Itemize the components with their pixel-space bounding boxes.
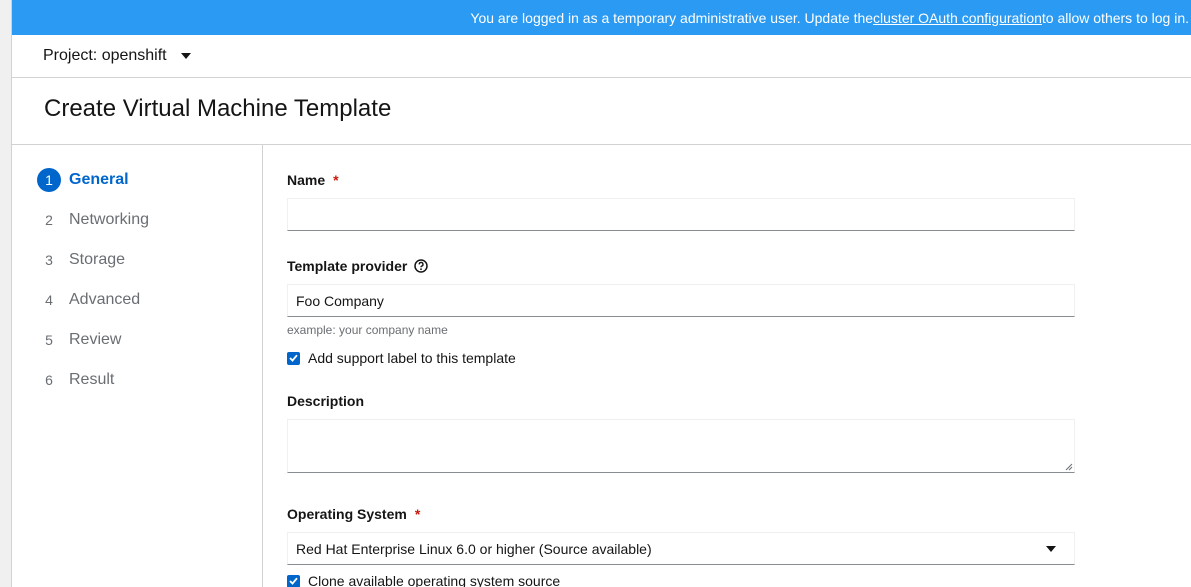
checkbox-checked-icon[interactable]: [287, 351, 300, 365]
step-number: 2: [45, 212, 53, 228]
provider-label: Template provider: [287, 258, 429, 274]
help-icon[interactable]: [414, 259, 429, 273]
os-label: Operating System *: [287, 506, 420, 522]
wizard-step-general[interactable]: 1 General: [37, 168, 129, 192]
support-label-checkbox[interactable]: Add support label to this template: [287, 350, 516, 366]
step-label: Storage: [69, 251, 126, 268]
description-label-text: Description: [287, 393, 365, 409]
wizard-step-result[interactable]: 6 Result: [37, 368, 114, 392]
app-root: You are logged in as a temporary adminis…: [0, 0, 1191, 587]
banner-text-after: to allow others to log in.: [1041, 9, 1189, 26]
step-label: Advanced: [69, 291, 141, 308]
provider-input[interactable]: Foo Company: [287, 284, 1075, 317]
clone-source-text: Clone available operating system source: [308, 573, 561, 587]
name-label: Name *: [287, 172, 339, 188]
required-marker: *: [333, 172, 339, 188]
os-selected-value: Red Hat Enterprise Linux 6.0 or higher (…: [296, 540, 652, 557]
resize-handle-icon[interactable]: [1065, 463, 1073, 471]
step-label: Networking: [69, 211, 150, 228]
wizard-step-advanced[interactable]: 4 Advanced: [37, 288, 140, 312]
wizard-step-review[interactable]: 5 Review: [37, 328, 121, 352]
checkbox-checked-icon[interactable]: [287, 574, 300, 587]
step-number: 6: [45, 372, 53, 388]
page-title: Create Virtual Machine Template: [44, 95, 392, 122]
left-nav-edge: [0, 0, 12, 587]
step-number: 4: [45, 292, 53, 308]
project-label: Project: openshift: [43, 47, 167, 64]
admin-banner: You are logged in as a temporary adminis…: [12, 0, 1191, 35]
provider-label-text: Template provider: [287, 258, 408, 274]
step-number: 1: [37, 168, 61, 192]
step-label: Review: [69, 331, 122, 348]
os-select[interactable]: Red Hat Enterprise Linux 6.0 or higher (…: [287, 532, 1075, 565]
step-label: General: [69, 171, 129, 188]
wizard-step-networking[interactable]: 2 Networking: [37, 208, 149, 232]
step-number: 5: [45, 332, 53, 348]
name-label-text: Name: [287, 172, 326, 188]
clone-source-checkbox[interactable]: Clone available operating system source: [287, 573, 560, 587]
step-number: 3: [45, 252, 53, 268]
provider-helper-text: example: your company name: [287, 323, 448, 337]
caret-down-icon[interactable]: [1046, 545, 1056, 552]
caret-down-icon[interactable]: [180, 53, 191, 59]
os-label-text: Operating System: [287, 506, 407, 522]
wizard-step-storage[interactable]: 3 Storage: [37, 248, 125, 272]
banner-text-before: You are logged in as a temporary adminis…: [470, 9, 874, 26]
description-textarea[interactable]: [287, 419, 1075, 473]
description-label: Description: [287, 393, 364, 409]
oauth-config-link[interactable]: cluster OAuth configuration: [873, 10, 1042, 26]
required-marker: *: [414, 506, 421, 522]
support-label-text: Add support label to this template: [308, 350, 516, 366]
name-input[interactable]: [287, 198, 1075, 231]
step-label: Result: [69, 371, 115, 388]
wizard-nav: 1 General 2 Networking 3 Storage 4 Advan…: [12, 145, 263, 587]
project-selector[interactable]: Project: openshift: [12, 35, 1191, 78]
